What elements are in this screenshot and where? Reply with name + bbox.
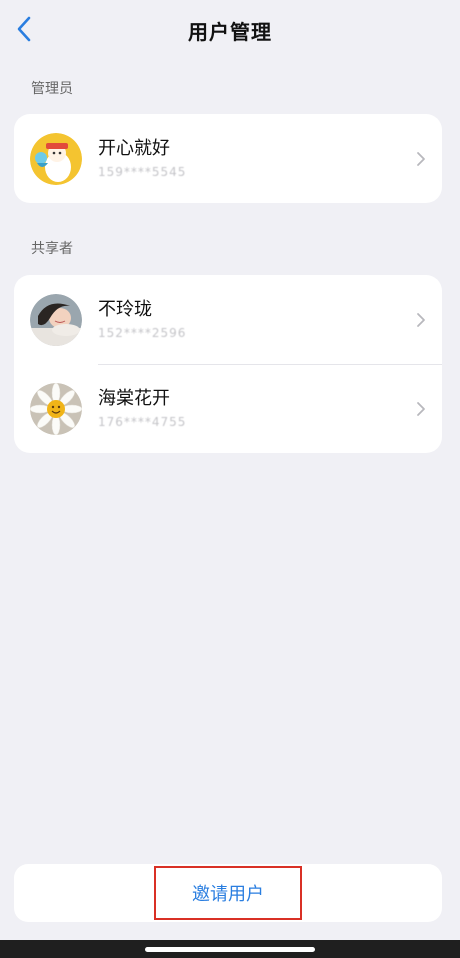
user-name: 开心就好 bbox=[98, 137, 170, 159]
user-info: 开心就好 159****5545 bbox=[98, 137, 186, 181]
shared-card: 不玲珑 152****2596 海棠花开 176****4755 bbox=[14, 275, 442, 453]
invite-user-button[interactable]: 邀请用户 bbox=[154, 866, 302, 920]
user-row-shared-2[interactable]: 海棠花开 176****4755 bbox=[14, 364, 442, 453]
section-label-admin: 管理员 bbox=[31, 81, 73, 97]
admin-card: 开心就好 159****5545 bbox=[14, 114, 442, 203]
user-info: 海棠花开 176****4755 bbox=[98, 387, 186, 431]
avatar bbox=[30, 293, 82, 346]
user-name: 海棠花开 bbox=[98, 387, 170, 409]
user-row-shared-1[interactable]: 不玲珑 152****2596 bbox=[14, 275, 442, 364]
home-bar bbox=[0, 940, 460, 958]
chevron-right-icon bbox=[417, 401, 425, 416]
back-button[interactable] bbox=[8, 12, 40, 46]
invite-bar: 邀请用户 bbox=[14, 864, 442, 922]
chevron-left-icon bbox=[17, 16, 31, 42]
avatar bbox=[30, 132, 82, 185]
user-name: 不玲珑 bbox=[98, 298, 152, 320]
nav-bar: 用户管理 bbox=[0, 0, 460, 60]
chevron-right-icon bbox=[417, 312, 425, 327]
section-label-shared: 共享者 bbox=[31, 241, 73, 257]
home-indicator[interactable] bbox=[145, 946, 315, 952]
user-phone: 152****2596 bbox=[98, 325, 187, 340]
user-phone: 176****4755 bbox=[98, 414, 187, 429]
user-row-admin[interactable]: 开心就好 159****5545 bbox=[14, 114, 442, 203]
user-phone: 159****5545 bbox=[98, 164, 187, 179]
page-title: 用户管理 bbox=[188, 19, 272, 44]
avatar bbox=[30, 382, 82, 435]
user-info: 不玲珑 152****2596 bbox=[98, 298, 186, 342]
chevron-right-icon bbox=[417, 151, 425, 166]
